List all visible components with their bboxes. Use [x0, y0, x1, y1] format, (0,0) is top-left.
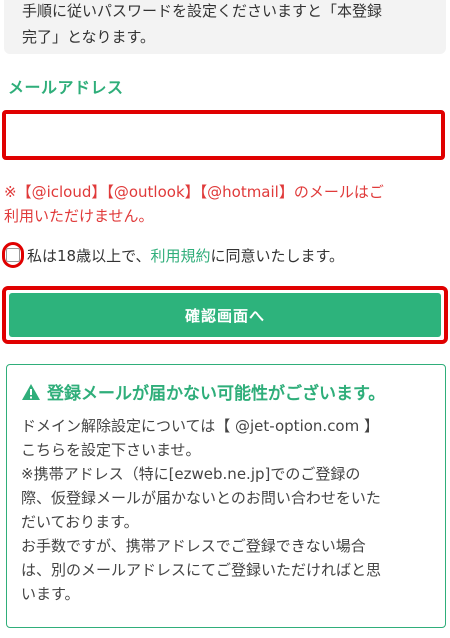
notice-title: 登録メールが届かない可能性がございます。	[21, 379, 429, 404]
confirm-button-highlight: 確認画面へ	[2, 286, 448, 344]
email-input[interactable]	[2, 110, 445, 160]
registration-info-box: 手順に従いパスワードを設定くださいますと「本登録 完了」となります。	[4, 0, 446, 54]
notice-line: ドメイン解除設定については【 @jet-option.com 】	[21, 417, 379, 435]
warning-triangle-icon	[22, 383, 40, 400]
warning-text-line: 利用いただけません。	[4, 207, 154, 225]
notice-line: は、別のメールアドレスにてご登録いただければと思	[21, 561, 382, 579]
notice-line: ※携帯アドレス（特に[ezweb.ne.jp]でのご登録の	[21, 465, 361, 483]
agreement-checkbox[interactable]	[2, 242, 24, 268]
terms-of-use-link[interactable]: 利用規約	[151, 245, 211, 266]
email-label: メールアドレス	[8, 78, 124, 97]
info-text-line: 手順に従いパスワードを設定くださいますと「本登録	[22, 2, 383, 20]
warning-text-line: ※【@icloud】【@outlook】【@hotmail】のメールはご	[4, 183, 384, 201]
notice-line: います。	[21, 585, 80, 603]
unsupported-email-warning: ※【@icloud】【@outlook】【@hotmail】のメールはご 利用い…	[4, 180, 444, 228]
age-terms-agreement: 私は18歳以上で、 利用規約 に同意いたします。	[2, 242, 344, 268]
checkbox-square	[6, 248, 20, 262]
agreement-suffix: に同意いたします。	[210, 246, 345, 265]
agreement-prefix: 私は18歳以上で、	[27, 246, 151, 265]
notice-line: 際、仮登録メールが届かないとのお問い合わせをいた	[21, 489, 381, 507]
notice-body: ドメイン解除設定については【 @jet-option.com 】 こちらを設定下…	[21, 414, 429, 606]
notice-title-text: 登録メールが届かない可能性がございます。	[47, 384, 386, 404]
registration-form: 手順に従いパスワードを設定くださいますと「本登録 完了」となります。 メールアド…	[0, 0, 450, 638]
email-delivery-notice: 登録メールが届かない可能性がございます。 ドメイン解除設定については【 @jet…	[6, 364, 446, 628]
notice-line: こちらを設定下さいませ。	[21, 441, 201, 459]
confirm-button[interactable]: 確認画面へ	[9, 293, 441, 337]
info-text-line: 完了」となります。	[22, 28, 156, 46]
notice-line: だいております。	[21, 513, 139, 531]
notice-line: お手数ですが、携帯アドレスでご登録できない場合	[21, 537, 366, 555]
